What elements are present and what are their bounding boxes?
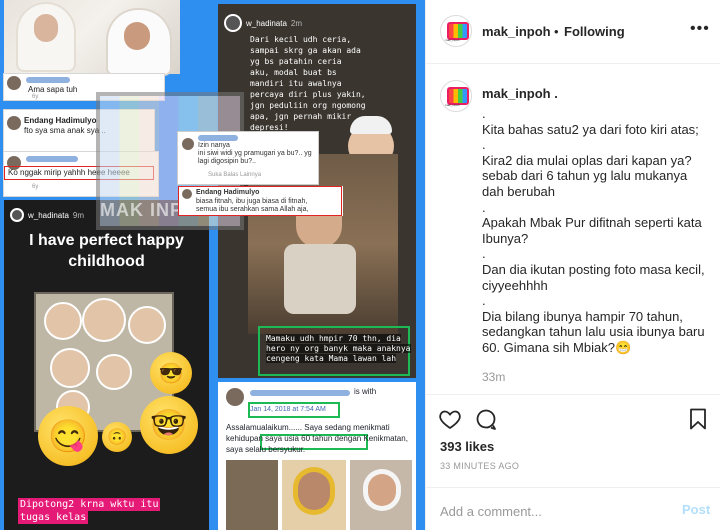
story-username: w_hadinata <box>246 18 287 28</box>
memoji-cap <box>350 116 392 134</box>
comment-text: semua ibu serahkan sama Allah aja, <box>196 206 309 213</box>
comment-text: Ama sapa tuh <box>28 85 78 94</box>
caption-text: . Kita bahas satu2 ya dari foto kiri ata… <box>482 106 705 355</box>
logo-text: mak_inpoh <box>445 103 460 107</box>
post-media[interactable]: Ama sapa tuh 6y Endang Hadimulyo fto sya… <box>0 0 425 530</box>
poster-avatar <box>226 388 244 406</box>
blurred-name <box>26 77 70 83</box>
post-photo <box>350 460 412 530</box>
story-avatar <box>10 208 24 222</box>
photo-face <box>124 22 150 50</box>
post-actions: 393 likes 33 MINUTES AGO Post <box>426 394 720 531</box>
sunglasses-emoji-icon: 😎 <box>150 352 192 394</box>
blurred-name <box>250 390 350 396</box>
post-photos <box>226 460 412 530</box>
story-caption-line: Dipotong2 krna wktu itu <box>18 498 161 511</box>
logo-text: mak_inpoh <box>445 38 460 42</box>
photo-face <box>34 14 58 42</box>
post-date: Jan 14, 2018 at 7:54 AM <box>250 406 326 413</box>
avatar[interactable]: mak_inpoh <box>440 80 472 112</box>
top-left-photo <box>4 0 180 74</box>
upside-down-emoji-icon: 🙃 <box>102 422 132 452</box>
separator-dot: • <box>554 24 559 39</box>
collage-photo <box>82 298 126 342</box>
comment-input[interactable] <box>438 500 662 522</box>
caption-section: mak_inpoh mak_inpoh . . Kita bahas satu2… <box>426 64 720 394</box>
post-header: mak_inpoh mak_inpoh • Following ••• <box>426 0 720 64</box>
screenshot-comment: Izin nanya ini siwi widi yg pramugari ya… <box>178 132 318 184</box>
comment-avatar <box>182 189 192 199</box>
story-caption-text: Mamaku udh hmpir 70 thn, dia hero ny org… <box>266 334 411 363</box>
comment-text: Izin nanya <box>198 142 230 149</box>
header-username[interactable]: mak_inpoh <box>482 24 551 39</box>
story-time: 2m <box>290 18 303 28</box>
collage-photo <box>50 348 90 388</box>
comment-author: Endang Hadimulyo <box>196 189 260 196</box>
story-header: w_hadinata 2m <box>224 14 302 32</box>
following-button[interactable]: Following <box>564 24 625 39</box>
comment-icon[interactable] <box>474 407 498 431</box>
story-screenshot-left: w_hadinata 9m I have perfect happy child… <box>4 200 209 530</box>
blurred-name <box>198 135 238 141</box>
post-photo <box>226 460 278 530</box>
comment-text: biasa fitnah, ibu juga biasa di fitnah, <box>196 198 308 205</box>
post-side-panel: mak_inpoh mak_inpoh • Following ••• mak_… <box>425 0 720 530</box>
story-time: 9m <box>72 210 85 220</box>
story-header: w_hadinata 9m <box>10 208 84 222</box>
story-username: w_hadinata <box>28 210 69 220</box>
post-photo <box>282 460 346 530</box>
collage-photo <box>96 354 132 390</box>
bookmark-icon[interactable] <box>686 407 710 431</box>
post-body: Assalamualaikum...... Saya sedang menikm… <box>226 423 408 454</box>
comment-avatar <box>7 76 21 90</box>
photo-face <box>298 472 330 510</box>
photo-figure <box>284 244 356 314</box>
nerd-emoji-icon: 🤓 <box>140 396 198 454</box>
fb-with-text: is with <box>354 387 377 396</box>
comment-time: 6y <box>32 184 39 190</box>
story-title: I have perfect happy childhood <box>29 232 184 270</box>
comment-author: Endang Hadimulyo <box>24 116 97 125</box>
facebook-post-screenshot: is with Jan 14, 2018 at 7:54 AM Assalamu… <box>218 382 416 530</box>
story-caption: Mamaku udh hmpir 70 thn, dia hero ny org… <box>266 334 414 364</box>
heart-icon[interactable] <box>438 407 462 431</box>
screenshot-reply: Endang Hadimulyo biasa fitnah, ibu juga … <box>178 186 343 216</box>
tongue-emoji-icon: 😋 <box>38 406 98 466</box>
caption-username[interactable]: mak_inpoh . <box>482 86 558 101</box>
story-caption: Dipotong2 krna wktu itu tugas kelas <box>18 498 161 524</box>
avatar[interactable]: mak_inpoh <box>440 15 472 47</box>
story-avatar <box>224 14 242 32</box>
comment-text: ini siwi widi yg pramugari ya bu?.. yg <box>198 150 312 157</box>
story-caption-line: tugas kelas <box>18 511 89 524</box>
comment-time: 6y <box>32 94 39 100</box>
collage-photo <box>128 306 166 344</box>
more-options-icon[interactable]: ••• <box>690 20 710 38</box>
comment-avatar <box>7 116 21 130</box>
comment-text: lagi digosipin bu?.. <box>198 158 256 165</box>
likes-count[interactable]: 393 likes <box>440 439 494 454</box>
comment-bar: Post <box>426 487 720 532</box>
comment-avatar <box>182 138 194 150</box>
collage-photo <box>44 302 82 340</box>
caption-time: 33m <box>482 370 506 384</box>
posted-time: 33 MINUTES AGO <box>440 461 520 471</box>
comment-actions: Suka Balas Lainnya <box>208 172 262 178</box>
comment-text: fto sya sma anak sya .. <box>24 126 106 135</box>
photo-face <box>368 474 396 506</box>
post-button[interactable]: Post <box>682 502 710 517</box>
blurred-name <box>26 156 78 162</box>
